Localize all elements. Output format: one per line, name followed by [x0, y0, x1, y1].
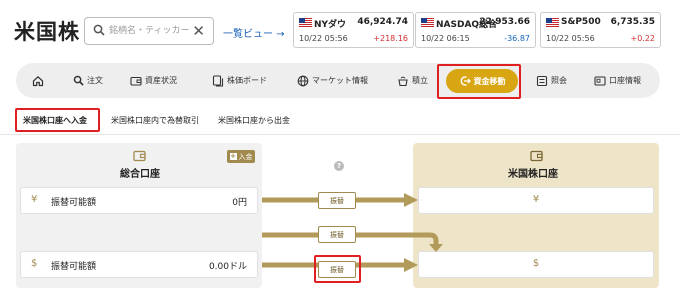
transfer-button-dollar[interactable]: 振替: [318, 261, 356, 278]
transfer-arrows: [262, 193, 443, 272]
transfer-button-yen-to-dollar[interactable]: 振替: [318, 226, 356, 243]
transfer-button-yen[interactable]: 振替: [318, 192, 356, 209]
